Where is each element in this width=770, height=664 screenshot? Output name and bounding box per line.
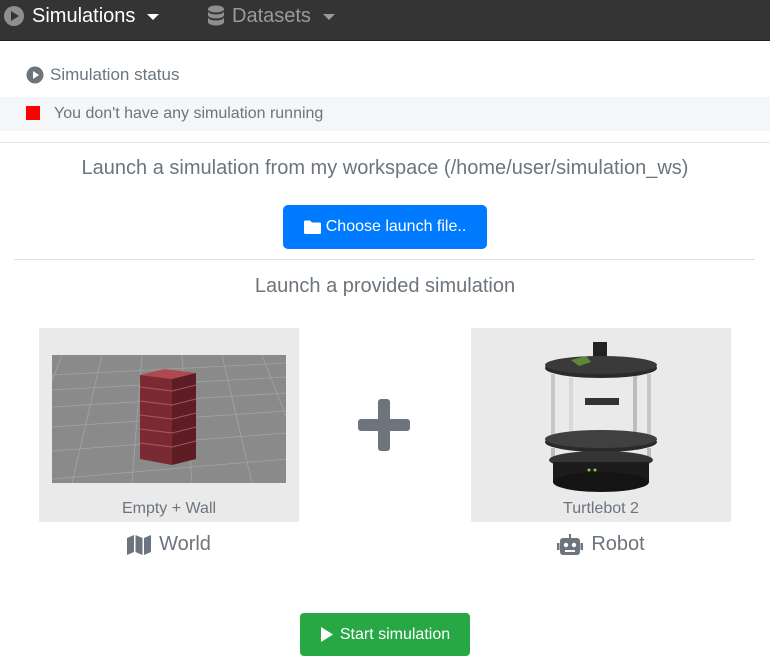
status-heading-label: Simulation status [50,65,180,84]
workspace-launch-title: Launch a simulation from my workspace (/… [81,157,689,179]
status-message-row: You don't have any simulation running [0,97,770,131]
world-caption: Empty + Wall [121,500,217,517]
simulation-status-heading: Simulation status [26,65,179,85]
robot-label-text: Robot [591,533,645,555]
map-icon [127,534,152,555]
folder-icon [303,220,321,234]
status-indicator [26,106,40,120]
world-label: World [39,533,299,556]
divider [14,259,755,260]
play-circle-icon [26,66,44,84]
nav-simulations-label: Simulations [32,4,136,27]
top-navbar: Simulations Datasets [0,0,770,41]
robot-card[interactable]: Turtlebot 2 [471,328,731,522]
world-label-text: World [159,533,211,555]
provided-simulation-title: Launch a provided simulation [254,275,516,297]
robot-preview-image [545,342,657,492]
choose-launch-file-button[interactable]: Choose launch file.. [283,205,487,249]
world-card[interactable]: Empty + Wall [39,328,299,522]
world-preview-image [52,355,286,483]
chevron-down-icon [147,14,160,20]
robot-icon [557,533,584,555]
nav-datasets-label: Datasets [232,4,311,27]
play-icon [320,627,333,642]
database-icon [208,5,224,26]
plus-icon [358,399,410,451]
choose-launch-file-label: Choose launch file.. [325,218,467,235]
start-simulation-label: Start simulation [339,625,451,643]
chevron-down-icon [322,14,335,20]
status-message: You don't have any simulation running [54,105,324,122]
section-divider [0,142,770,143]
start-simulation-button[interactable]: Start simulation [300,613,470,656]
play-circle-icon [4,6,24,26]
robot-caption: Turtlebot 2 [563,500,639,517]
nav-datasets-dropdown[interactable]: Datasets [207,0,335,32]
robot-label: Robot [471,533,731,556]
nav-simulations-dropdown[interactable]: Simulations [3,0,160,32]
